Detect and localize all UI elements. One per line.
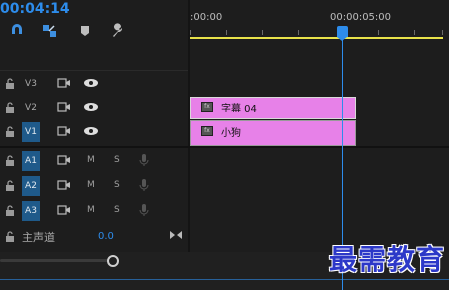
track-header-v2[interactable]: V2: [0, 96, 188, 120]
track-header-master[interactable]: 主声道 0.0: [0, 225, 188, 249]
master-track-label: 主声道: [22, 231, 55, 244]
video-audio-divider: [0, 146, 449, 148]
eye-icon[interactable]: [83, 102, 99, 112]
track-name-v3[interactable]: V3: [22, 74, 40, 94]
mute-button[interactable]: M: [87, 180, 95, 190]
clip-label: 小狗: [221, 128, 241, 139]
playhead-handle[interactable]: [337, 26, 348, 41]
mute-button[interactable]: M: [87, 205, 95, 215]
lock-icon[interactable]: [5, 102, 15, 113]
fx-badge: fx: [201, 102, 213, 112]
lock-icon[interactable]: [5, 155, 15, 166]
lock-icon[interactable]: [5, 205, 15, 216]
track-name-a3[interactable]: A3: [22, 201, 40, 221]
master-volume-value[interactable]: 0.0: [98, 231, 114, 242]
track-name-v2[interactable]: V2: [22, 98, 40, 118]
divider: [0, 70, 188, 71]
zoom-scrollbar-handle[interactable]: [107, 255, 119, 267]
lock-icon[interactable]: [5, 78, 15, 89]
ruler-tick: [414, 30, 415, 35]
add-marker-icon[interactable]: [76, 22, 94, 40]
track-header-a2[interactable]: A2 M S: [0, 174, 188, 198]
audio-meter-icon[interactable]: [169, 230, 183, 240]
clip-bar: [195, 112, 351, 115]
lock-icon[interactable]: [5, 126, 15, 137]
camera-icon[interactable]: [57, 126, 71, 136]
ruler-tick: [226, 30, 227, 35]
fx-badge: fx: [201, 126, 213, 136]
lock-icon[interactable]: [5, 180, 15, 191]
eye-icon[interactable]: [83, 126, 99, 136]
zoom-scrollbar-track[interactable]: [0, 259, 112, 262]
track-name-a1[interactable]: A1: [22, 151, 40, 171]
track-name-v1[interactable]: V1: [22, 122, 40, 142]
camera-icon[interactable]: [57, 102, 71, 112]
work-area-bar[interactable]: [190, 37, 443, 39]
bottom-accent-line: [0, 279, 449, 280]
snap-magnet-icon[interactable]: [8, 22, 26, 40]
eye-icon[interactable]: [83, 78, 99, 88]
solo-button[interactable]: S: [114, 205, 120, 215]
microphone-icon[interactable]: [139, 203, 149, 217]
linked-selection-icon[interactable]: [41, 22, 59, 40]
mute-button[interactable]: M: [87, 155, 95, 165]
playhead-timecode[interactable]: 00:04:14: [0, 1, 70, 17]
camera-icon[interactable]: [57, 78, 71, 88]
lock-icon[interactable]: [5, 231, 15, 242]
track-header-a1[interactable]: A1 M S: [0, 149, 188, 173]
track-name-a2[interactable]: A2: [22, 176, 40, 196]
ruler-tick: [442, 30, 443, 35]
track-header-v3[interactable]: V3: [0, 72, 188, 96]
clip-caption-04[interactable]: fx 字幕 04: [190, 97, 356, 119]
microphone-icon[interactable]: [139, 153, 149, 167]
track-header-v1[interactable]: V1: [0, 120, 188, 144]
camera-icon[interactable]: [57, 180, 71, 190]
ruler-tick: [190, 30, 191, 35]
microphone-icon[interactable]: [139, 178, 149, 192]
watermark-logo: 最需教育: [328, 243, 445, 276]
camera-icon[interactable]: [57, 205, 71, 215]
ruler-tick: [298, 30, 299, 35]
wrench-icon[interactable]: [109, 22, 127, 40]
solo-button[interactable]: S: [114, 180, 120, 190]
clip-puppy[interactable]: fx 小狗: [190, 120, 356, 146]
ruler-label-5s: 00:00:05:00: [330, 12, 392, 23]
ruler-label-start: :00:00: [190, 12, 223, 23]
track-header-a3[interactable]: A3 M S: [0, 199, 188, 223]
solo-button[interactable]: S: [114, 155, 120, 165]
ruler-tick: [378, 30, 379, 35]
ruler-tick: [262, 30, 263, 35]
camera-icon[interactable]: [57, 155, 71, 165]
